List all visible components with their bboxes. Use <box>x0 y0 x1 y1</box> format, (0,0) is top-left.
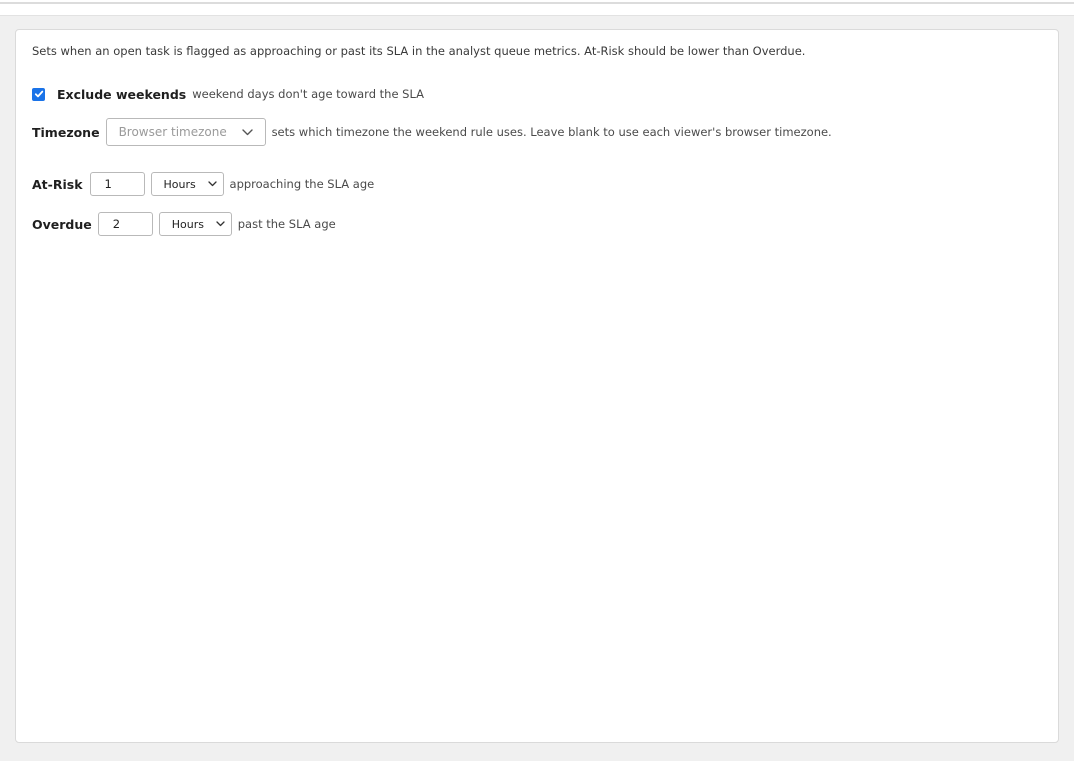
overdue-unit-select[interactable]: Hours <box>158 212 232 236</box>
at-risk-label: At-Risk <box>32 176 83 192</box>
timezone-row: Timezone Browser timezone sets which tim… <box>32 117 832 147</box>
sla-settings-panel: Sets when an open task is flagged as app… <box>15 29 1059 743</box>
timezone-hint: sets which timezone the weekend rule use… <box>271 125 832 139</box>
chevron-down-icon <box>241 128 253 135</box>
at-risk-input[interactable]: 1 <box>89 172 145 196</box>
at-risk-value: 1 <box>104 177 112 191</box>
exclude-weekends-label: Exclude weekends <box>57 86 187 102</box>
chevron-down-icon <box>216 221 225 227</box>
timezone-placeholder: Browser timezone <box>118 125 227 139</box>
overdue-hint: past the SLA age <box>237 217 336 231</box>
overdue-input[interactable]: 2 <box>97 212 153 236</box>
top-divider <box>0 2 1074 4</box>
overdue-label: Overdue <box>32 216 92 232</box>
timezone-label: Timezone <box>32 124 100 140</box>
exclude-weekends-hint: weekend days don't age toward the SLA <box>192 87 425 101</box>
checkmark-icon <box>34 90 43 98</box>
exclude-weekends-checkbox[interactable] <box>32 87 45 101</box>
settings-description: Sets when an open task is flagged as app… <box>32 44 806 58</box>
timezone-select[interactable]: Browser timezone <box>105 118 266 146</box>
at-risk-hint: approaching the SLA age <box>229 177 375 191</box>
chevron-down-icon <box>207 181 217 187</box>
overdue-unit: Hours <box>171 217 204 231</box>
top-bar <box>0 0 1074 16</box>
overdue-row: Overdue 2 Hours past the SLA age <box>32 211 336 237</box>
exclude-weekends-row: Exclude weekends weekend days don't age … <box>32 85 424 103</box>
at-risk-row: At-Risk 1 Hours approaching the SLA age <box>32 171 374 197</box>
at-risk-unit-select[interactable]: Hours <box>150 172 224 196</box>
overdue-value: 2 <box>112 217 121 231</box>
at-risk-unit: Hours <box>163 177 196 191</box>
